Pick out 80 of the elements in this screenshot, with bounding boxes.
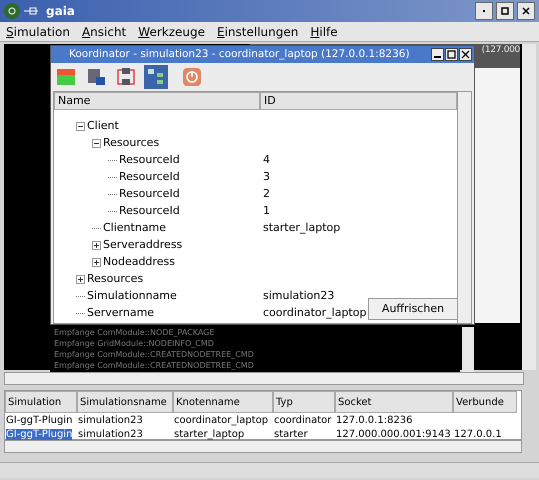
window-title-fragment: (127.000 [482,44,520,57]
tree-view-icon [146,67,166,87]
maximize-button[interactable] [496,2,514,20]
menu-item[interactable]: Werkzeuge [138,22,205,40]
toolbar-button[interactable] [144,65,168,89]
table-cell: coordinator_laptop [174,414,268,426]
column-header[interactable]: Socket [335,391,453,413]
table-cell: starter [274,428,308,440]
minimize-button[interactable] [431,48,444,61]
tree-node-id: 3 [262,169,270,186]
log-line: Empfange ComModule::CREATEDNODETREE_CMD [54,360,255,371]
table-cell: GI-ggT-Plugin [6,428,72,440]
table-cell: starter_laptop [174,428,244,440]
tree-node-id: 4 [262,152,270,168]
menu-item[interactable]: Hilfe [310,22,338,40]
log-scrollbar [462,327,474,372]
tree-node-id: starter_laptop [262,220,340,236]
column-header[interactable]: Knotenname [173,391,273,413]
column-header[interactable]: Typ [273,391,335,413]
tree-node-label[interactable]: Clientname [103,220,166,237]
log-line: Empfange ComModule::NODE_PACKAGE [54,327,216,338]
expand-toggle[interactable] [76,275,85,284]
toolbar-button[interactable] [180,65,204,89]
column-header[interactable]: ID [260,92,457,110]
tree-node-label[interactable]: Nodeaddress [103,254,175,271]
network-icon [116,67,136,87]
plus-icon [93,259,100,266]
table-cell: GI-ggT-Plugin [6,414,72,426]
bar-chart-icon [56,67,76,87]
tree-node-label[interactable]: ResourceId [119,203,180,220]
column-header[interactable]: Simulation [5,391,77,413]
menu-item[interactable]: Ansicht [82,22,126,40]
tree-node-label[interactable]: ResourceId [119,152,180,169]
maximize-icon [500,6,510,16]
close-button[interactable] [517,2,535,20]
log-line: Empfange ComModule::CREATEDNODETREE_CMD [54,349,255,360]
window-title: gaia [46,3,75,20]
computer-icon [86,67,106,87]
tree-node-label[interactable]: Client [87,118,119,135]
close-icon [521,6,531,16]
table-cell: 127.0.0.1 [454,428,502,440]
pin-icon [24,7,38,15]
close-icon [461,50,470,59]
tree-node-label[interactable]: Resources [87,271,144,288]
refresh-button[interactable]: Auffrischen [368,298,458,320]
tree-node-id: simulation23 [262,288,334,304]
table-cell: simulation23 [78,428,143,440]
tree-node-label[interactable]: ResourceId [119,169,180,186]
tree-node-id: 2 [262,186,270,202]
plus-icon [77,276,84,283]
tree-node-label[interactable]: Servername [87,305,154,322]
table-cell: simulation23 [78,414,143,426]
table-cell: coordinator [274,414,332,426]
column-header[interactable]: Verbunde [453,391,517,413]
maximize-icon [447,50,456,59]
collapse-toggle[interactable] [76,122,85,131]
tree-node-id: 1 [262,203,270,220]
minus-icon [77,123,84,130]
menu-item[interactable]: Einstellungen [217,22,298,40]
maximize-button[interactable] [445,48,458,61]
table-cell: 127.0.0.1:8236 [336,414,413,426]
column-header[interactable]: Name [54,92,260,110]
tree-node-label[interactable]: Resources [103,135,160,152]
tree-node-label[interactable]: ResourceId [119,186,180,203]
coordinator-title: Koordinator - simulation23 - coordinator_laptop (127.0.0.1:8236) [69,46,410,62]
table-cell: 127.000.000.001:9143 [336,428,451,440]
expand-toggle[interactable] [92,258,101,267]
expand-toggle[interactable] [92,241,101,250]
tree-node-id: coordinator_laptop [262,305,366,322]
minus-icon [93,140,100,147]
tree-node-label[interactable]: Simulationname [87,288,177,305]
collapse-toggle[interactable] [92,139,101,148]
close-button[interactable] [459,48,472,61]
plus-icon [93,242,100,249]
app-logo-icon [4,3,20,19]
column-header[interactable]: Simulationsname [77,391,173,413]
tree-node-label[interactable]: Serveraddress [103,237,182,254]
log-line: Empfange GridModule::NODEINFO_CMD [54,338,215,349]
menu-item[interactable]: Simulation [6,22,70,40]
power-icon [182,67,202,87]
